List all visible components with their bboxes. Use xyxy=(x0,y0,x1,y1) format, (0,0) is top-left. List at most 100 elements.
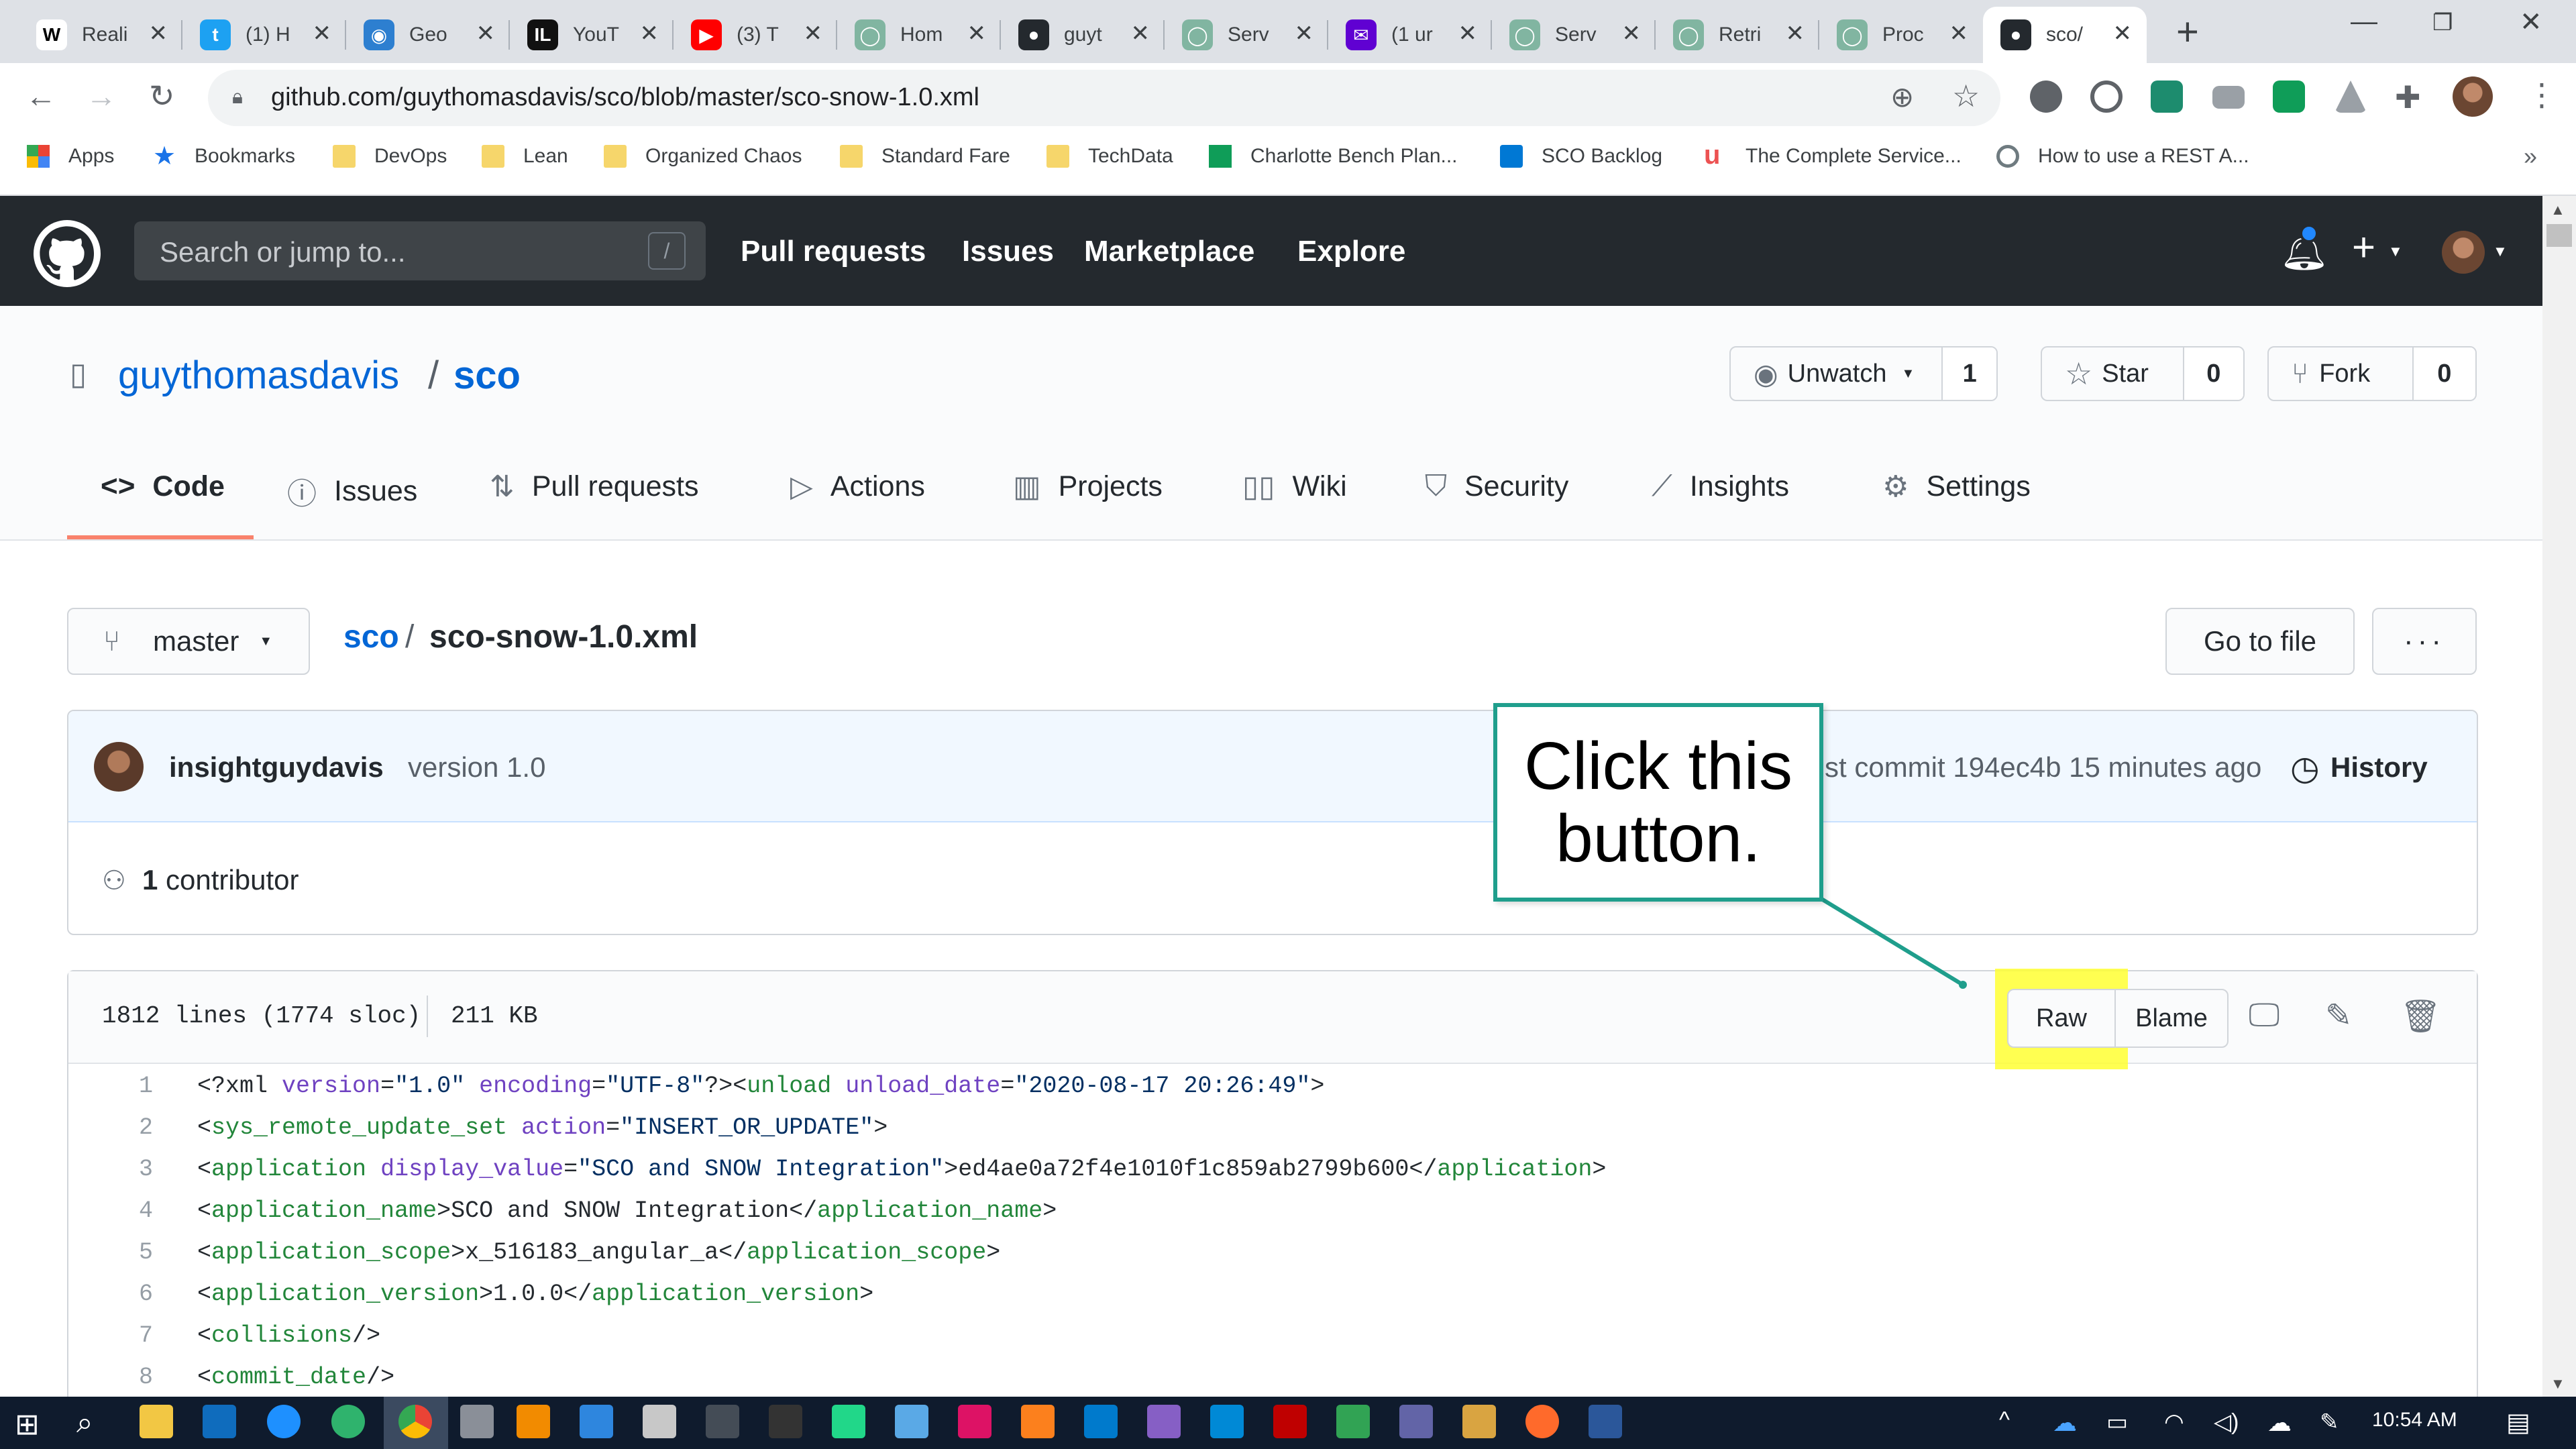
go-to-file-button[interactable]: Go to file xyxy=(2165,608,2355,675)
bookmark-item[interactable]: Apps xyxy=(27,145,114,168)
browser-tab[interactable]: ✉ (1 ur ✕ xyxy=(1328,7,1492,63)
bookmark-item[interactable]: Charlotte Bench Plan... xyxy=(1209,145,1458,168)
trash-icon[interactable]: 🗑︎ xyxy=(2400,997,2441,1035)
fork-button[interactable]: ⑂ Fork 0 xyxy=(2267,346,2477,401)
star-button[interactable]: ☆ Star 0 xyxy=(2041,346,2245,401)
word-icon[interactable] xyxy=(1589,1405,1622,1438)
notification-center-icon[interactable]: ▤ xyxy=(2506,1407,2530,1438)
line-number[interactable]: 5 xyxy=(68,1239,153,1266)
tab-wiki[interactable]: ▯▯ Wiki xyxy=(1242,470,1347,504)
profile-avatar[interactable] xyxy=(2453,76,2493,117)
extension-circle-icon[interactable] xyxy=(2030,80,2062,113)
more-options-button[interactable]: ··· xyxy=(2372,608,2477,675)
chevron-down-icon[interactable]: ▼ xyxy=(2388,243,2403,260)
browser-tab[interactable]: ● sco/ ✕ xyxy=(1983,7,2147,63)
tab-pull-requests[interactable]: ⇅ Pull requests xyxy=(490,470,698,504)
wifi-icon[interactable]: ◠ xyxy=(2164,1409,2184,1436)
user-avatar[interactable] xyxy=(2442,231,2485,274)
github-logo-icon[interactable] xyxy=(34,220,101,287)
bookmarks-overflow-icon[interactable]: » xyxy=(2524,142,2537,170)
volume-icon[interactable]: ◁) xyxy=(2214,1409,2239,1436)
close-tab-icon[interactable]: ✕ xyxy=(1458,20,1478,47)
tab-projects[interactable]: ▥ Projects xyxy=(1013,470,1163,504)
onedrive-icon[interactable]: ☁ xyxy=(2053,1409,2077,1437)
chevron-up-icon[interactable]: ^ xyxy=(1999,1407,2010,1434)
system-clock[interactable]: 10:54 AM xyxy=(2372,1409,2457,1432)
close-tab-icon[interactable]: ✕ xyxy=(1622,20,1642,47)
visual-studio-icon[interactable] xyxy=(1147,1405,1181,1438)
tab-issues[interactable]: ⓘ Issues xyxy=(287,470,417,513)
tab-code[interactable]: <> Code xyxy=(101,470,225,503)
close-tab-icon[interactable]: ✕ xyxy=(313,20,332,47)
scrollbar-thumb[interactable] xyxy=(2546,224,2572,247)
star-count[interactable]: 0 xyxy=(2182,347,2243,400)
browser-tab[interactable]: ▶ (3) T ✕ xyxy=(674,7,837,63)
nav-explore[interactable]: Explore xyxy=(1297,235,1405,268)
extension-meet-icon[interactable] xyxy=(2273,80,2305,113)
back-arrow-icon[interactable]: ← xyxy=(25,78,56,114)
app-icon[interactable] xyxy=(1336,1405,1370,1438)
close-tab-icon[interactable]: ✕ xyxy=(149,20,168,47)
app-icon[interactable] xyxy=(460,1405,494,1438)
bookmark-item[interactable]: Organized Chaos xyxy=(604,145,802,168)
nav-pull-requests[interactable]: Pull requests xyxy=(741,235,926,268)
bookmark-item[interactable]: Standard Fare xyxy=(840,145,1010,168)
rider-icon[interactable] xyxy=(958,1405,991,1438)
browser-tab[interactable]: ◉ Geo ✕ xyxy=(346,7,510,63)
bookmark-item[interactable]: u The Complete Service... xyxy=(1704,142,1962,168)
outlook-icon[interactable] xyxy=(203,1405,236,1438)
vscode-icon[interactable] xyxy=(1084,1405,1118,1438)
commit-message-link[interactable]: version 1.0 xyxy=(408,751,545,784)
browser-tab[interactable]: ◯ Hom ✕ xyxy=(837,7,1001,63)
commit-author-link[interactable]: insightguydavis xyxy=(169,751,384,784)
line-number[interactable]: 2 xyxy=(68,1114,153,1141)
history-link[interactable]: History xyxy=(2330,751,2428,784)
close-tab-icon[interactable]: ✕ xyxy=(1949,20,1969,47)
close-tab-icon[interactable]: ✕ xyxy=(1295,20,1314,47)
tab-insights[interactable]: ⟋ Insights xyxy=(1652,470,1789,503)
line-number[interactable]: 6 xyxy=(68,1281,153,1307)
intellij-icon[interactable] xyxy=(1021,1405,1055,1438)
nav-marketplace[interactable]: Marketplace xyxy=(1084,235,1254,268)
latest-commit-info[interactable]: st commit 194ec4b 15 minutes ago xyxy=(1825,751,2261,784)
browser-tab[interactable]: t (1) H ✕ xyxy=(182,7,346,63)
app-icon[interactable] xyxy=(1462,1405,1496,1438)
desktop-icon[interactable]: 🖵︎ xyxy=(2249,997,2279,1034)
restore-icon[interactable]: ❐ xyxy=(2432,9,2453,36)
tab-actions[interactable]: ▷ Actions xyxy=(790,470,925,504)
close-tab-icon[interactable]: ✕ xyxy=(640,20,659,47)
bookmark-item[interactable]: How to use a REST A... xyxy=(1996,145,2249,168)
breadcrumb-repo-link[interactable]: sco xyxy=(343,619,399,655)
browser-tab[interactable]: ◯ Serv ✕ xyxy=(1165,7,1328,63)
app-icon[interactable] xyxy=(517,1405,550,1438)
cloud-icon[interactable]: ☁ xyxy=(2267,1409,2292,1437)
goland-icon[interactable] xyxy=(895,1405,928,1438)
extension-s-icon[interactable] xyxy=(2151,80,2183,113)
browser-tab[interactable]: ◯ Serv ✕ xyxy=(1492,7,1656,63)
pycharm-icon[interactable] xyxy=(832,1405,865,1438)
line-number[interactable]: 7 xyxy=(68,1322,153,1349)
extension-ring-icon[interactable] xyxy=(2090,80,2123,113)
reload-icon[interactable]: ↻ xyxy=(149,78,175,114)
search-icon[interactable]: ⌕ xyxy=(76,1406,93,1440)
bookmark-star-icon[interactable]: ☆ xyxy=(1952,78,1980,114)
close-tab-icon[interactable]: ✕ xyxy=(476,20,496,47)
unwatch-button[interactable]: ◉ Unwatch ▼ 1 xyxy=(1729,346,1998,401)
chrome-menu-icon[interactable]: ⋮ xyxy=(2526,76,2557,113)
extension-card-icon[interactable] xyxy=(2212,86,2245,109)
browser-tab[interactable]: ◯ Retri ✕ xyxy=(1656,7,1819,63)
line-number[interactable]: 4 xyxy=(68,1197,153,1224)
tab-settings[interactable]: ⚙ Settings xyxy=(1882,470,2031,504)
forward-arrow-icon[interactable]: → xyxy=(86,78,117,114)
scroll-down-icon[interactable]: ▼ xyxy=(2551,1375,2565,1393)
edge-icon[interactable] xyxy=(331,1405,365,1438)
new-tab-button[interactable]: + xyxy=(2176,9,2199,54)
app-icon[interactable] xyxy=(580,1405,613,1438)
close-tab-icon[interactable]: ✕ xyxy=(2113,20,2133,47)
repo-owner-link[interactable]: guythomasdavis xyxy=(118,353,399,398)
browser-tab[interactable]: ◯ Proc ✕ xyxy=(1819,7,1983,63)
browser-tab[interactable]: IL YouT ✕ xyxy=(510,7,674,63)
extensions-puzzle-icon[interactable]: ✚ xyxy=(2395,79,2421,115)
app-icon[interactable] xyxy=(1525,1405,1559,1438)
teams-icon[interactable] xyxy=(1399,1405,1433,1438)
